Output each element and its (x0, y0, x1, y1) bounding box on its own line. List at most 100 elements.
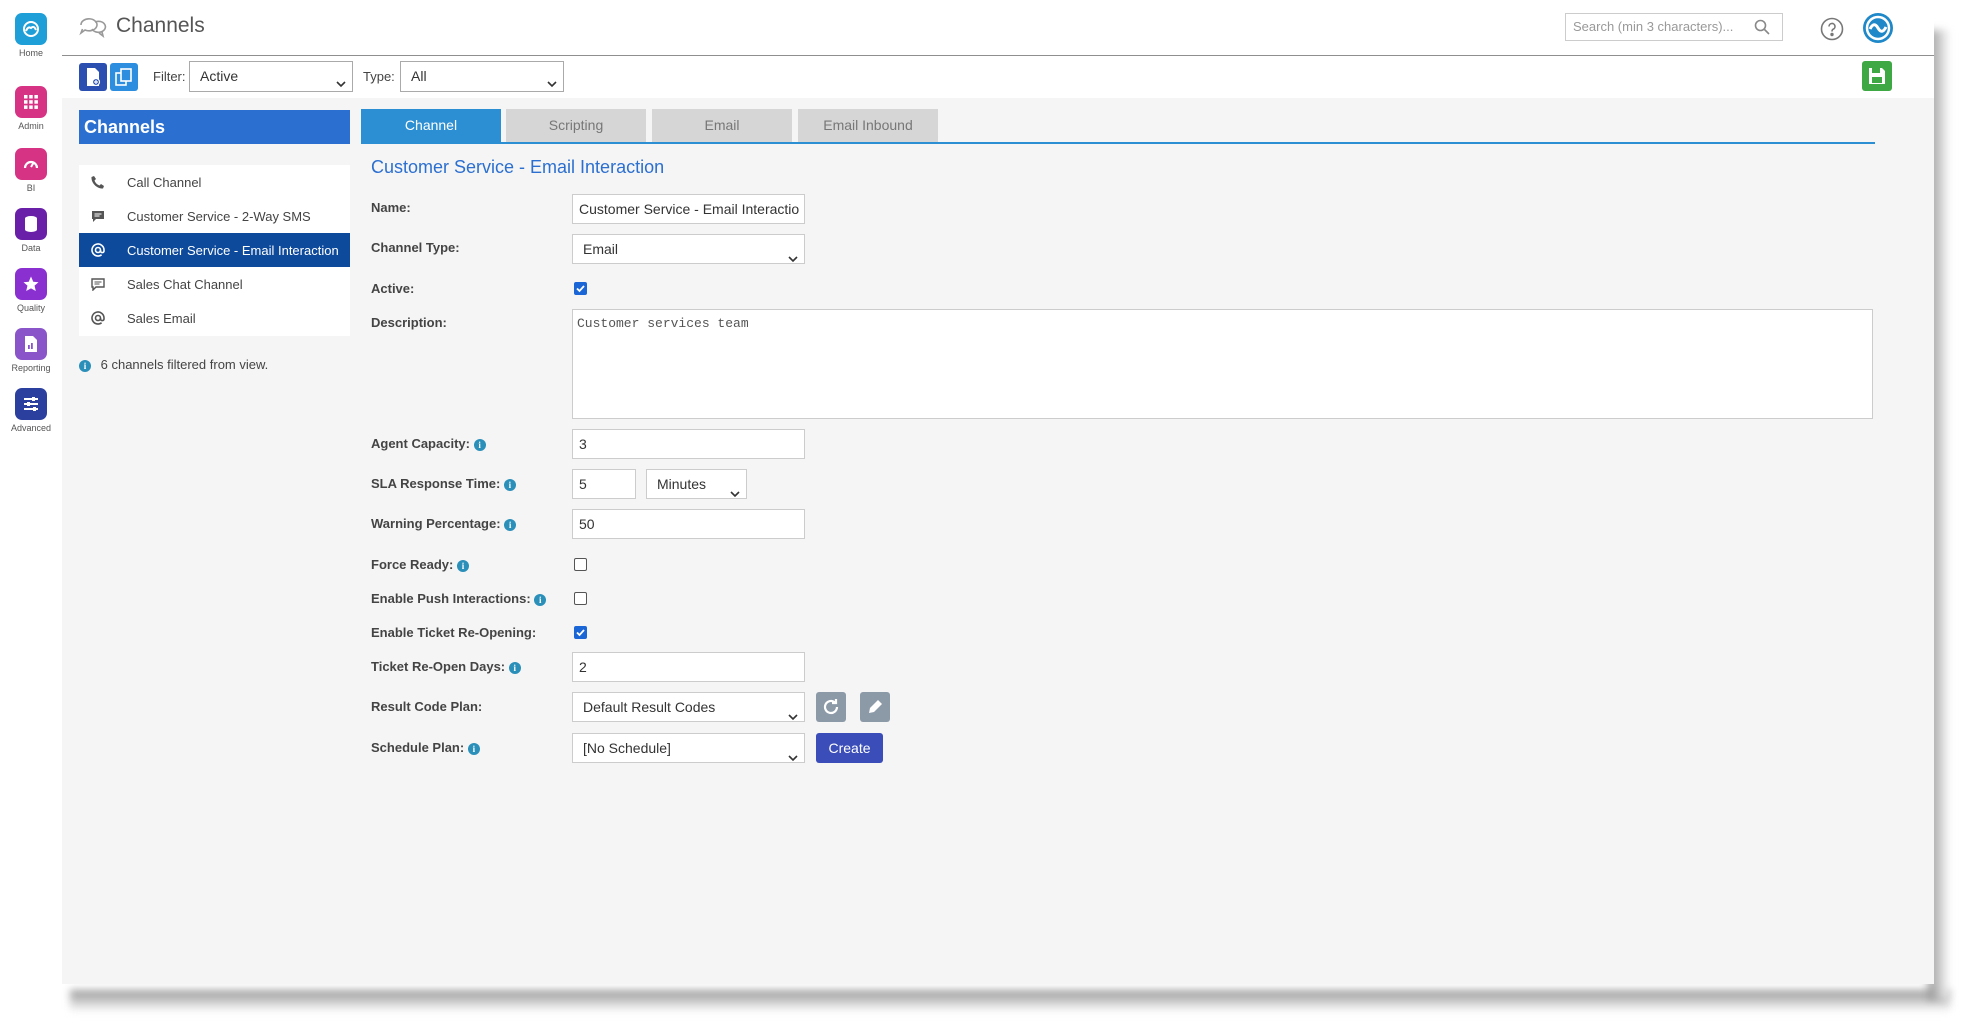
description-field[interactable]: Customer services team (572, 309, 1873, 419)
name-field[interactable]: Customer Service - Email Interactio (572, 194, 805, 224)
sla-unit-select[interactable]: Minutes (646, 469, 747, 499)
active-checkbox[interactable] (574, 282, 587, 295)
rail-item-home[interactable]: Home (0, 13, 62, 58)
nav-rail: Home Admin BI Data Quality Reporting Adv… (0, 0, 63, 984)
gauge-icon (15, 148, 47, 180)
tab-channel[interactable]: Channel (361, 109, 501, 142)
channel-item-sales-email[interactable]: Sales Email (79, 301, 350, 335)
info-icon[interactable]: i (503, 478, 516, 491)
rail-item-bi[interactable]: BI (0, 148, 62, 193)
info-icon[interactable]: i (457, 559, 469, 572)
force-ready-checkbox[interactable] (574, 558, 587, 571)
channels-chat-icon (79, 15, 107, 44)
database-icon (15, 208, 47, 240)
warning-percentage-field[interactable]: 50 (572, 509, 805, 539)
rail-label: Advanced (10, 423, 52, 433)
type-label: Type: (363, 69, 395, 84)
sla-value-field[interactable]: 5 (572, 469, 636, 499)
info-icon[interactable]: i (504, 518, 517, 531)
create-schedule-button[interactable]: Create (816, 733, 883, 763)
filter-label: Filter: (153, 69, 186, 84)
info-icon[interactable]: i (473, 438, 486, 451)
phone-icon (91, 175, 105, 189)
result-code-label: Result Code Plan: (371, 699, 483, 714)
channel-item-label: Customer Service - 2-Way SMS (127, 209, 311, 224)
new-channel-button[interactable] (79, 63, 107, 91)
filtered-note: i 6 channels filtered from view. (79, 357, 268, 372)
channel-item-sms[interactable]: Customer Service - 2-Way SMS (79, 199, 350, 233)
ticket-reopen-checkbox[interactable] (574, 626, 587, 639)
rail-item-admin[interactable]: Admin (0, 86, 62, 131)
tab-email-inbound[interactable]: Email Inbound (798, 109, 938, 142)
rail-item-reporting[interactable]: Reporting (0, 328, 62, 373)
channel-item-label: Sales Email (127, 311, 196, 326)
channels-panel-heading: Channels (79, 110, 350, 144)
rail-item-data[interactable]: Data (0, 208, 62, 253)
schedule-select[interactable]: [No Schedule] (572, 733, 805, 763)
push-interactions-checkbox[interactable] (574, 592, 587, 605)
channel-item-label: Call Channel (127, 175, 202, 190)
channel-type-select[interactable]: Email (572, 234, 805, 264)
tab-email[interactable]: Email (652, 109, 792, 142)
rail-item-advanced[interactable]: Advanced (0, 388, 62, 433)
agent-capacity-field[interactable]: 3 (572, 429, 805, 459)
type-select[interactable]: All (400, 61, 564, 92)
warning-label: Warning Percentage: i (371, 516, 517, 531)
rail-label: Admin (18, 121, 44, 131)
channel-item-email-interaction[interactable]: Customer Service - Email Interaction (79, 233, 350, 267)
chevron-down-icon (788, 703, 798, 721)
sms-icon (91, 209, 105, 223)
reopen-days-field[interactable]: 2 (572, 652, 805, 682)
at-icon (91, 311, 105, 325)
push-label-text: Enable Push Interactions: (371, 591, 531, 606)
star-icon (15, 268, 47, 300)
channel-item-sales-chat[interactable]: Sales Chat Channel (79, 267, 350, 301)
name-label: Name: (371, 200, 411, 215)
channel-type-label: Channel Type: (371, 240, 460, 255)
search-input[interactable]: Search (min 3 characters)... (1565, 13, 1783, 41)
at-icon (91, 243, 105, 257)
info-icon[interactable]: i (508, 661, 521, 674)
reopen-label: Enable Ticket Re-Opening: (371, 625, 537, 640)
refresh-button[interactable] (816, 692, 846, 722)
sliders-icon (15, 388, 47, 420)
agent-capacity-label-text: Agent Capacity: (371, 436, 470, 451)
rail-item-quality[interactable]: Quality (0, 268, 62, 313)
chevron-down-icon (788, 245, 798, 263)
save-button[interactable] (1862, 61, 1892, 91)
force-ready-label: Force Ready: i (371, 557, 469, 572)
channel-type-value: Email (583, 241, 619, 257)
app-window: Home Admin BI Data Quality Reporting Adv… (0, 0, 1934, 984)
chevron-down-icon (547, 70, 557, 99)
result-code-select[interactable]: Default Result Codes (572, 692, 805, 722)
refresh-icon (823, 699, 839, 715)
help-icon[interactable] (1820, 17, 1844, 46)
search-icon[interactable] (1754, 19, 1770, 40)
brand-logo-icon[interactable] (1862, 12, 1894, 49)
channel-item-call[interactable]: Call Channel (79, 165, 350, 199)
filter-select[interactable]: Active (189, 61, 353, 92)
channel-item-label: Customer Service - Email Interaction (127, 243, 339, 258)
copy-channel-button[interactable] (110, 63, 138, 91)
pen-icon (869, 700, 882, 713)
home-cloud-icon (15, 13, 47, 45)
form-title: Customer Service - Email Interaction (371, 157, 665, 177)
page-header: Channels Search (min 3 characters)... (62, 0, 1934, 56)
tab-scripting[interactable]: Scripting (506, 109, 646, 142)
chat-icon (91, 277, 105, 292)
info-icon: i (79, 359, 91, 372)
rail-label: Quality (16, 303, 45, 313)
rail-label: Reporting (11, 363, 51, 373)
filter-value: Active (200, 68, 239, 84)
window-shadow-bottom (70, 990, 1950, 1012)
info-icon[interactable]: i (534, 593, 547, 606)
edit-result-plan-button[interactable] (860, 692, 890, 722)
info-icon[interactable]: i (467, 742, 480, 755)
schedule-value: [No Schedule] (583, 740, 671, 756)
grid-icon (15, 86, 47, 118)
agent-capacity-label: Agent Capacity: i (371, 436, 486, 451)
rail-label: BI (26, 183, 36, 193)
warning-label-text: Warning Percentage: (371, 516, 501, 531)
description-label: Description: (371, 315, 447, 330)
chevron-down-icon (788, 744, 798, 762)
